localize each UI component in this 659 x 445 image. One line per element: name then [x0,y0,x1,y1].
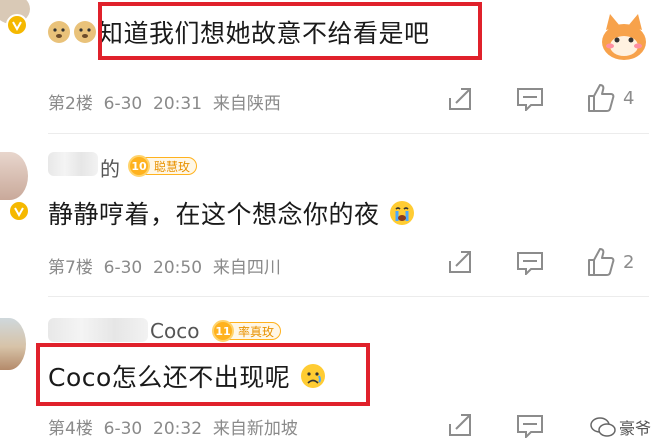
location-label: 来自四川 [212,258,281,278]
avatar[interactable] [0,318,26,370]
like-count: 2 [623,251,635,273]
comment-body: 静静哼着，在这个想念你的夜 [48,200,380,229]
location-label: 来自新加坡 [212,419,298,439]
share-button[interactable] [447,86,473,112]
date-label: 6-30 [103,258,143,278]
date-label: 6-30 [103,419,143,439]
wechat-icon [590,417,616,437]
username-blurred [48,152,98,176]
comment-meta: 第7楼 6-30 20:50 来自四川 [48,253,281,278]
divider [48,133,649,134]
comment-icon [517,415,543,438]
verified-badge [8,200,30,222]
time-label: 20:32 [153,419,203,439]
username[interactable]: Coco [150,319,199,343]
comment-text: 静静哼着，在这个想念你的夜 [48,195,416,233]
share-icon [449,251,471,273]
verified-badge [6,14,28,36]
doge-emoji-icon [46,17,98,53]
fan-title: 率真玫 [228,322,282,340]
like-count: 4 [623,87,635,109]
fan-level: 11 [212,320,234,342]
divider [48,296,649,297]
share-button[interactable] [447,412,473,438]
username-blurred [48,318,148,342]
date-label: 6-30 [103,94,143,114]
comment-icon [517,252,543,275]
share-icon [449,414,471,436]
username[interactable]: 的 [100,153,120,182]
fan-badge: 10 聪慧玫 [128,155,198,177]
comment-button[interactable] [516,414,544,438]
thumbs-up-icon [588,248,615,276]
comment-icon [517,88,543,111]
cat-sticker-icon [596,12,652,66]
share-button[interactable] [447,249,473,275]
watermark: 豪爷 [590,415,651,439]
fan-title: 聪慧玫 [144,157,198,175]
floor-label: 第4楼 [48,419,93,439]
fan-badge: 11 率真玫 [212,320,282,342]
avatar[interactable] [0,152,28,200]
watermark-text: 豪爷 [618,419,651,438]
v-icon [14,207,24,217]
time-label: 20:31 [153,94,203,114]
thumbs-up-icon [588,84,615,112]
highlight-box [36,343,370,406]
like-button[interactable]: 4 [587,83,634,113]
fan-level: 10 [128,155,150,177]
comment-meta: 第4楼 6-30 20:32 来自新加坡 [48,414,298,439]
share-icon [449,88,471,110]
highlight-box [98,2,482,60]
time-label: 20:50 [153,258,203,278]
location-label: 来自陕西 [212,94,281,114]
floor-label: 第7楼 [48,258,93,278]
floor-label: 第2楼 [48,94,93,114]
like-button[interactable]: 2 [587,247,634,277]
comment-meta: 第2楼 6-30 20:31 来自陕西 [48,89,281,114]
comment-button[interactable] [516,251,544,275]
v-icon [12,21,22,31]
comment-button[interactable] [516,87,544,111]
crying-emoji-icon [388,199,416,233]
